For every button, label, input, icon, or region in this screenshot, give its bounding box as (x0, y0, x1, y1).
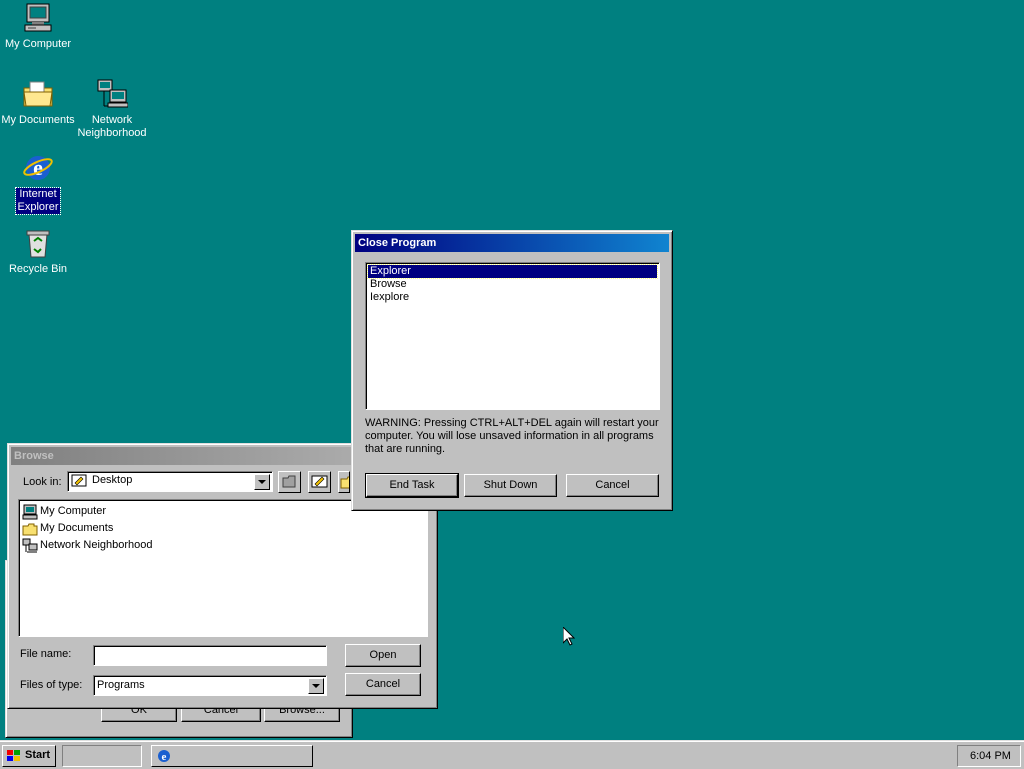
desktop-folder-icon (71, 473, 87, 489)
my-documents-icon (22, 78, 54, 110)
file-name-label: File name: (20, 648, 72, 660)
desktop-icon (311, 475, 328, 488)
task-item-iexplore[interactable]: Iexplore (368, 291, 657, 304)
chevron-down-icon[interactable] (254, 474, 270, 490)
svg-text:e: e (162, 751, 167, 763)
internet-explorer-icon: e (22, 152, 54, 184)
close-program-title: Close Program (358, 237, 437, 249)
internet-explorer-icon: e (156, 748, 172, 767)
cancel-button[interactable]: Cancel (345, 673, 421, 696)
open-button[interactable]: Open (345, 644, 421, 667)
recycle-bin-icon (22, 227, 54, 259)
start-button[interactable]: Start (2, 745, 56, 767)
desktop-icon-label: Network Neighborhood (77, 114, 147, 139)
list-item[interactable]: Network Neighborhood (22, 537, 153, 554)
desktop-icon-network-neighborhood[interactable]: Network Neighborhood (74, 78, 150, 140)
desktop-icon-label: My Documents (1, 114, 75, 126)
my-documents-icon (22, 521, 38, 537)
desktop-icon-my-documents[interactable]: My Documents (0, 78, 76, 127)
desktop-button[interactable] (308, 471, 331, 493)
desktop-icon-label: My Computer (4, 38, 72, 50)
browse-title: Browse (14, 450, 54, 462)
file-list[interactable]: My Computer My Documents Network Neighbo… (18, 499, 428, 637)
desktop-icon-my-computer[interactable]: My Computer (0, 2, 76, 51)
network-neighborhood-icon (22, 538, 38, 554)
list-item[interactable]: My Documents (22, 520, 113, 537)
list-item[interactable]: My Computer (22, 503, 106, 520)
up-folder-icon (282, 475, 296, 488)
look-in-label: Look in: (23, 476, 62, 488)
close-program-dialog: Close Program Explorer Browse Iexplore W… (351, 230, 673, 511)
my-computer-icon (22, 2, 54, 34)
desktop-icon-internet-explorer[interactable]: e Internet Explorer (0, 152, 76, 215)
files-of-type-combo[interactable]: Programs (93, 675, 327, 696)
close-program-title-bar[interactable]: Close Program (355, 234, 669, 252)
taskbar-button-iexplore[interactable]: e (151, 745, 313, 767)
up-one-level-button[interactable] (278, 471, 301, 493)
windows-logo-icon (6, 749, 22, 766)
look-in-value: Desktop (92, 474, 133, 486)
desktop-icon-label: Internet Explorer (15, 187, 61, 215)
quick-launch-area (62, 745, 142, 767)
chevron-down-icon[interactable] (308, 678, 324, 694)
new-folder-button[interactable] (338, 471, 350, 493)
desktop-icon-label: Recycle Bin (8, 263, 68, 275)
files-of-type-value: Programs (97, 679, 145, 691)
new-folder-icon (340, 476, 349, 489)
task-item-explorer[interactable]: Explorer (367, 264, 658, 279)
task-item-browse[interactable]: Browse (368, 278, 657, 291)
network-neighborhood-icon (96, 78, 129, 110)
system-tray: 6:04 PM (957, 745, 1021, 767)
end-task-button[interactable]: End Task (365, 473, 459, 498)
files-of-type-label: Files of type: (20, 679, 83, 691)
svg-text:e: e (33, 155, 43, 180)
file-name-input[interactable] (93, 645, 327, 666)
cancel-button[interactable]: Cancel (566, 474, 659, 497)
start-label: Start (25, 749, 51, 761)
mouse-cursor-icon (562, 625, 576, 649)
look-in-combo[interactable]: Desktop (67, 471, 273, 492)
task-list[interactable]: Explorer Browse Iexplore (365, 262, 660, 410)
warning-text: WARNING: Pressing CTRL+ALT+DEL again wil… (365, 417, 659, 455)
clock[interactable]: 6:04 PM (970, 750, 1011, 762)
shut-down-button[interactable]: Shut Down (464, 474, 557, 497)
my-computer-icon (22, 504, 38, 520)
taskbar: Start e 6:04 PM (0, 740, 1024, 769)
desktop-icon-recycle-bin[interactable]: Recycle Bin (0, 227, 76, 276)
